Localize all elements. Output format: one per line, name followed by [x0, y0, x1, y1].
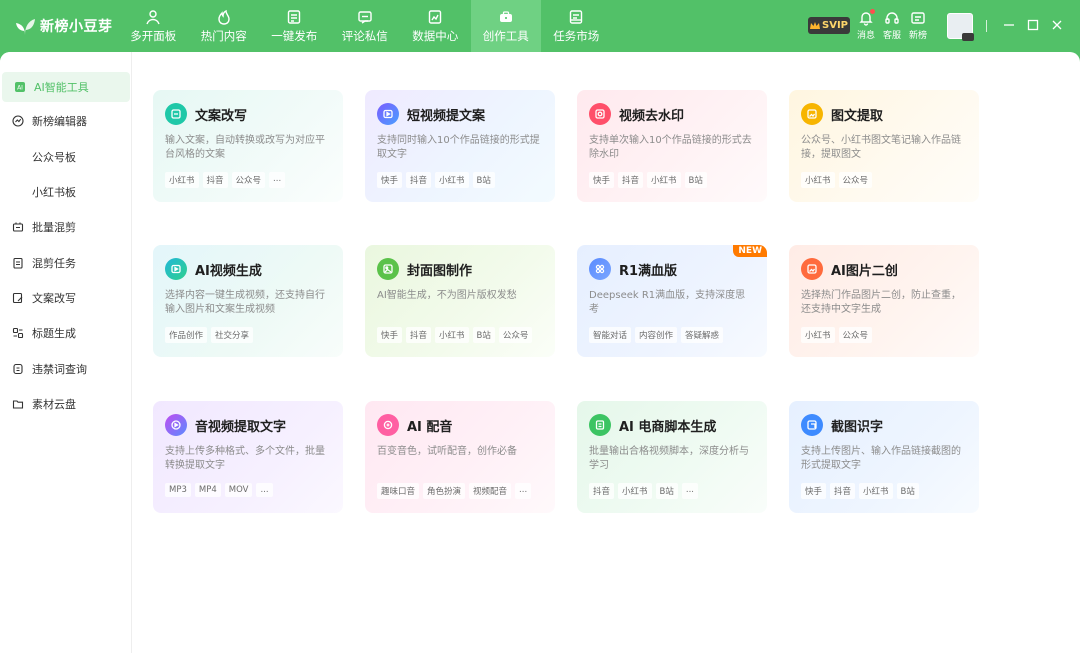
minimize-icon	[1004, 24, 1014, 26]
sidebar-item-ai-tools[interactable]: AI AI智能工具	[2, 72, 130, 102]
support-button[interactable]: 客服	[880, 10, 904, 41]
ai-icon: AI	[15, 82, 25, 92]
brand: 新榜小豆芽	[14, 13, 113, 39]
main-nav: 多开面板 热门内容 一键发布 评论私信 数据中心 创作工具 任务市场	[118, 0, 612, 52]
new-badge: NEW	[733, 245, 767, 257]
video-text-icon	[377, 103, 399, 125]
divider	[986, 20, 987, 32]
svg-text:AI: AI	[17, 85, 23, 92]
tool-card-screenshot-ocr[interactable]: 截图识字 支持上传图片、输入作品链接截图的形式提取文字 快手 抖音 小红书 B站	[789, 401, 979, 513]
nav-item-task-market[interactable]: 任务市场	[541, 0, 612, 52]
tool-card-rewrite[interactable]: 文案改写 输入文案，自动转换或改写为对应平台风格的文案 小红书 抖音 公众号...	[153, 90, 343, 202]
image-text-icon	[801, 103, 823, 125]
app-name: 新榜小豆芽	[40, 19, 113, 35]
voice-icon	[377, 414, 399, 436]
tool-card-ai-image-remix[interactable]: AI图片二创 选择热门作品图片二创，防止查重，还支持中文字生成 小红书 公众号	[789, 245, 979, 357]
sidebar-item-xiaohongshu-editor[interactable]: 小红书板	[0, 177, 131, 207]
tool-card-ai-voice[interactable]: AI 配音 百变音色，试听配音，创作必备 趣味口音 角色扮演 视频配音...	[365, 401, 555, 513]
editor-icon	[12, 115, 24, 127]
data-center-icon	[429, 9, 442, 24]
ocr-icon	[801, 414, 823, 436]
maximize-icon	[1027, 19, 1039, 31]
rewrite-icon	[12, 292, 23, 304]
toolbox-icon	[499, 10, 512, 22]
rewrite-icon	[165, 103, 187, 125]
sidebar: AI AI智能工具 新榜编辑器 公众号板 小红书板 批量混剪 混剪任务 文案改写…	[0, 52, 132, 653]
tool-card-r1[interactable]: NEW R1满血版 Deepseek R1满血版，支持深度思考 智能对话 内容创作…	[577, 245, 767, 357]
title-bar: 新榜小豆芽 多开面板 热门内容 一键发布 评论私信 数据中心 创作工具 任务市场…	[0, 0, 1080, 52]
scissors-icon	[12, 222, 24, 232]
tool-card-video-to-text[interactable]: 短视频提文案 支持同时输入10个作品链接的形式提取文字 快手 抖音 小红书 B站	[365, 90, 555, 202]
sidebar-item-batch-edit[interactable]: 批量混剪	[0, 212, 131, 242]
nav-item-comments[interactable]: 评论私信	[330, 0, 401, 52]
cover-icon	[377, 258, 399, 280]
notifications-button[interactable]: 消息	[854, 9, 878, 41]
sidebar-item-edit-tasks[interactable]: 混剪任务	[0, 248, 131, 278]
publish-icon	[288, 9, 301, 24]
news-icon	[911, 12, 925, 24]
multi-panel-icon	[146, 9, 160, 24]
search-doc-icon	[13, 363, 23, 375]
crown-icon	[810, 21, 820, 29]
video-gen-icon	[165, 258, 187, 280]
title-icon	[12, 327, 24, 339]
sidebar-item-rewrite[interactable]: 文案改写	[0, 283, 131, 313]
nav-item-creation-tools[interactable]: 创作工具	[470, 0, 541, 52]
tool-card-ecommerce-script[interactable]: AI 电商脚本生成 批量输出合格视频脚本，深度分析与学习 抖音 小红书 B站...	[577, 401, 767, 513]
tool-card-cover-maker[interactable]: 封面图制作 AI智能生成，不为图片版权发愁 快手 抖音 小红书 B站 公众号	[365, 245, 555, 357]
user-avatar[interactable]	[947, 13, 974, 41]
sidebar-item-title-gen[interactable]: 标题生成	[0, 318, 131, 348]
sidebar-item-banned-words[interactable]: 违禁词查询	[0, 354, 131, 384]
script-icon	[589, 414, 611, 436]
nav-item-data-center[interactable]: 数据中心	[400, 0, 471, 52]
flame-icon	[218, 9, 230, 25]
svip-badge[interactable]: SVIP	[808, 17, 850, 34]
message-icon	[358, 10, 372, 24]
headset-icon	[885, 12, 899, 24]
tool-card-audio-video-to-text[interactable]: 音视频提取文字 支持上传多种格式、多个文件，批量转换提取文字 MP3 MP4 MOV…	[153, 401, 343, 513]
task-icon	[13, 257, 23, 269]
sidebar-item-editor[interactable]: 新榜编辑器	[0, 106, 131, 136]
nav-item-hot-content[interactable]: 热门内容	[189, 0, 260, 52]
task-market-icon	[570, 9, 583, 24]
watermark-icon	[589, 103, 611, 125]
grid-icon	[589, 258, 611, 280]
nav-item-publish[interactable]: 一键发布	[259, 0, 330, 52]
close-icon	[1052, 20, 1062, 30]
minimize-button[interactable]	[1002, 18, 1016, 32]
sidebar-item-wechat-editor[interactable]: 公众号板	[0, 142, 131, 172]
close-button[interactable]	[1050, 18, 1064, 32]
audio-text-icon	[165, 414, 187, 436]
tool-card-remove-watermark[interactable]: 视频去水印 支持单次输入10个作品链接的形式去除水印 快手 抖音 小红书 B站	[577, 90, 767, 202]
sprout-logo-icon	[16, 19, 35, 35]
tool-card-ai-video[interactable]: AI视频生成 选择内容一键生成视频，还支持自行输入图片和文案生成视频 作品创作社…	[153, 245, 343, 357]
nav-item-multi-panel[interactable]: 多开面板	[118, 0, 189, 52]
image-remix-icon	[801, 258, 823, 280]
maximize-button[interactable]	[1026, 18, 1040, 32]
new-features-button[interactable]: 新榜	[906, 10, 930, 41]
avatar-vip-badge	[962, 33, 974, 41]
tool-card-image-text-extract[interactable]: 图文提取 公众号、小红书图文笔记输入作品链接，提取图文 小红书 公众号	[789, 90, 979, 202]
sidebar-item-cloud-drive[interactable]: 素材云盘	[0, 389, 131, 419]
notification-dot	[870, 9, 875, 14]
folder-icon	[12, 400, 24, 409]
